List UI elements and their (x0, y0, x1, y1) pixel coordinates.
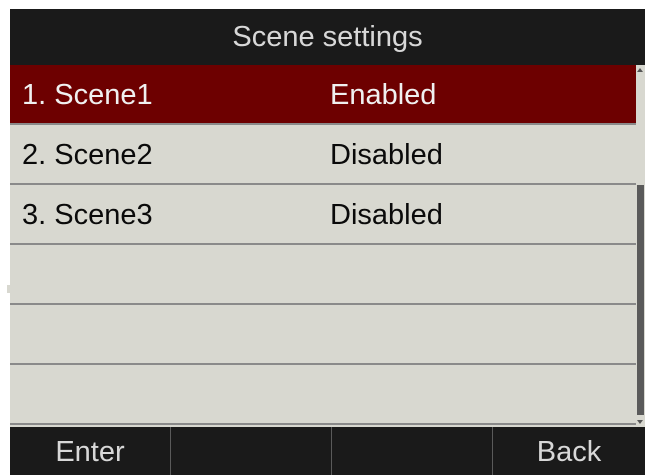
softkey-enter[interactable]: Enter (10, 427, 170, 475)
empty-row-6 (10, 365, 636, 425)
phone-screen: Scene settings 1. Scene1 Enabled 2. Scen… (10, 9, 645, 475)
softkey-back[interactable]: Back (493, 427, 645, 475)
scene-status: Enabled (330, 79, 437, 111)
empty-row-5 (10, 305, 636, 365)
scroll-down-arrow-icon (637, 420, 643, 424)
scene-status: Disabled (330, 139, 443, 171)
scroll-thumb[interactable] (637, 185, 644, 415)
scene-name: 1. Scene1 (22, 79, 153, 111)
scene-status: Disabled (330, 199, 443, 231)
scene-name: 2. Scene2 (22, 139, 153, 171)
scroll-up-arrow-icon (637, 68, 643, 72)
scene-list: 1. Scene1 Enabled 2. Scene2 Disabled 3. … (10, 65, 636, 427)
scene-row-1[interactable]: 1. Scene1 Enabled (10, 65, 636, 125)
softkey-3[interactable] (332, 427, 492, 475)
page-title: Scene settings (10, 9, 645, 65)
scene-name: 3. Scene3 (22, 199, 153, 231)
scrollbar[interactable] (636, 65, 645, 427)
softkey-bar: Enter Back (10, 427, 645, 475)
scene-row-3[interactable]: 3. Scene3 Disabled (10, 185, 636, 245)
scene-row-2[interactable]: 2. Scene2 Disabled (10, 125, 636, 185)
empty-row-4 (10, 245, 636, 305)
softkey-2[interactable] (171, 427, 331, 475)
